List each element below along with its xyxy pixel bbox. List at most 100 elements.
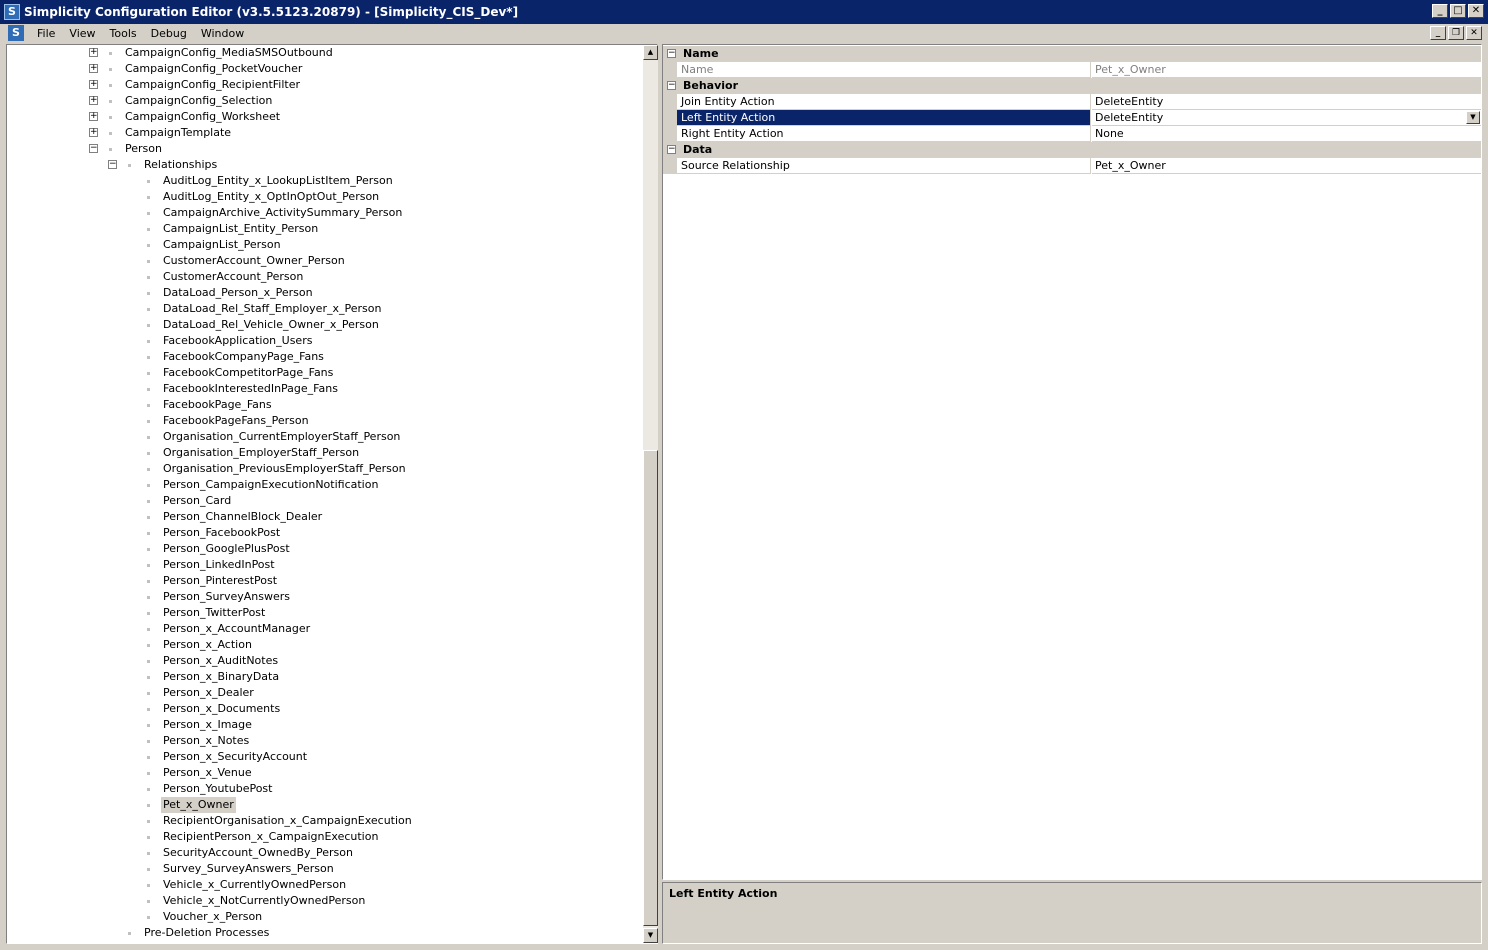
- tree-node[interactable]: CustomerAccount_Person: [7, 269, 643, 285]
- expand-icon[interactable]: +: [89, 96, 98, 105]
- property-name[interactable]: Name: [677, 62, 1091, 78]
- menu-view[interactable]: View: [62, 26, 102, 41]
- tree-node[interactable]: AuditLog_Entity_x_LookupListItem_Person: [7, 173, 643, 189]
- tree-node[interactable]: DataLoad_Rel_Vehicle_Owner_x_Person: [7, 317, 643, 333]
- tree-node[interactable]: Organisation_PreviousEmployerStaff_Perso…: [7, 461, 643, 477]
- tree-node[interactable]: Person_x_AccountManager: [7, 621, 643, 637]
- tree-node[interactable]: DataLoad_Rel_Staff_Employer_x_Person: [7, 301, 643, 317]
- property-value[interactable]: Pet_x_Owner: [1092, 158, 1481, 174]
- tree-node[interactable]: + CampaignTemplate: [7, 125, 643, 141]
- dropdown-arrow-icon[interactable]: ▼: [1466, 111, 1480, 124]
- tree-node[interactable]: CustomerAccount_Owner_Person: [7, 253, 643, 269]
- property-category[interactable]: − Name: [663, 46, 1481, 62]
- doc-close-button[interactable]: ✕: [1466, 26, 1482, 40]
- property-name[interactable]: Join Entity Action: [677, 94, 1091, 110]
- tree-node[interactable]: Person_x_Notes: [7, 733, 643, 749]
- tree-node[interactable]: Person_Card: [7, 493, 643, 509]
- tree-node[interactable]: Person_LinkedInPost: [7, 557, 643, 573]
- menu-debug[interactable]: Debug: [144, 26, 194, 41]
- tree-node[interactable]: FacebookCompetitorPage_Fans: [7, 365, 643, 381]
- tree-node[interactable]: Person_PinterestPost: [7, 573, 643, 589]
- tree-node[interactable]: Person_YoutubePost: [7, 781, 643, 797]
- menu-window[interactable]: Window: [194, 26, 251, 41]
- tree-node[interactable]: + CampaignConfig_RecipientFilter: [7, 77, 643, 93]
- property-value[interactable]: DeleteEntity: [1092, 94, 1481, 110]
- tree-node[interactable]: + CampaignConfig_Worksheet: [7, 109, 643, 125]
- tree-node[interactable]: Organisation_CurrentEmployerStaff_Person: [7, 429, 643, 445]
- tree-node[interactable]: Person_SurveyAnswers: [7, 589, 643, 605]
- collapse-icon[interactable]: −: [667, 145, 676, 154]
- minimize-button[interactable]: _: [1432, 4, 1448, 18]
- property-row[interactable]: Source Relationship Pet_x_Owner: [663, 158, 1481, 174]
- tree-node[interactable]: Person_x_Action: [7, 637, 643, 653]
- document-icon[interactable]: S: [8, 25, 24, 41]
- tree-node[interactable]: Person_x_Image: [7, 717, 643, 733]
- scroll-down-arrow-icon[interactable]: ▼: [643, 928, 658, 943]
- collapse-icon[interactable]: −: [667, 81, 676, 90]
- property-value[interactable]: None: [1092, 126, 1481, 142]
- property-name[interactable]: Source Relationship: [677, 158, 1091, 174]
- tree-node[interactable]: Pre-Deletion Processes: [7, 925, 643, 941]
- entity-tree[interactable]: + CampaignConfig_MediaSMSOutbound + Campaig…: [6, 44, 658, 944]
- doc-minimize-button[interactable]: _: [1430, 26, 1446, 40]
- menu-tools[interactable]: Tools: [103, 26, 144, 41]
- tree-node[interactable]: DataLoad_Person_x_Person: [7, 285, 643, 301]
- tree-node[interactable]: Person_CampaignExecutionNotification: [7, 477, 643, 493]
- scroll-thumb[interactable]: [643, 450, 658, 926]
- tree-node[interactable]: SecurityAccount_OwnedBy_Person: [7, 845, 643, 861]
- property-value[interactable]: DeleteEntity ▼: [1092, 110, 1481, 126]
- expand-icon[interactable]: +: [89, 128, 98, 137]
- tree-node[interactable]: Voucher_x_Person: [7, 909, 643, 925]
- collapse-icon[interactable]: −: [108, 160, 117, 169]
- property-name[interactable]: Left Entity Action: [677, 110, 1091, 126]
- maximize-button[interactable]: □: [1450, 4, 1466, 18]
- expand-icon[interactable]: +: [89, 80, 98, 89]
- tree-node[interactable]: Vehicle_x_CurrentlyOwnedPerson: [7, 877, 643, 893]
- expand-icon[interactable]: +: [89, 64, 98, 73]
- tree-node[interactable]: FacebookCompanyPage_Fans: [7, 349, 643, 365]
- close-button[interactable]: ✕: [1468, 4, 1484, 18]
- tree-node[interactable]: Survey_SurveyAnswers_Person: [7, 861, 643, 877]
- tree-node[interactable]: + CampaignConfig_PocketVoucher: [7, 61, 643, 77]
- tree-node[interactable]: Person_x_Documents: [7, 701, 643, 717]
- menu-file[interactable]: File: [30, 26, 62, 41]
- tree-scrollbar[interactable]: ▲ ▼: [643, 45, 658, 943]
- tree-node[interactable]: Person_GooglePlusPost: [7, 541, 643, 557]
- property-category[interactable]: − Data: [663, 142, 1481, 158]
- tree-node[interactable]: Person_x_Venue: [7, 765, 643, 781]
- tree-node[interactable]: Person_TwitterPost: [7, 605, 643, 621]
- tree-node[interactable]: Organisation_EmployerStaff_Person: [7, 445, 643, 461]
- scroll-up-arrow-icon[interactable]: ▲: [643, 45, 658, 60]
- property-row[interactable]: Name Pet_x_Owner: [663, 62, 1481, 78]
- tree-node[interactable]: AuditLog_Entity_x_OptInOptOut_Person: [7, 189, 643, 205]
- tree-node[interactable]: + CampaignConfig_MediaSMSOutbound: [7, 45, 643, 61]
- collapse-icon[interactable]: −: [667, 49, 676, 58]
- tree-node[interactable]: FacebookPageFans_Person: [7, 413, 643, 429]
- tree-node[interactable]: RecipientOrganisation_x_CampaignExecutio…: [7, 813, 643, 829]
- tree-node[interactable]: FacebookPage_Fans: [7, 397, 643, 413]
- expand-icon[interactable]: +: [89, 48, 98, 57]
- tree-node[interactable]: Person_x_SecurityAccount: [7, 749, 643, 765]
- tree-node[interactable]: CampaignList_Entity_Person: [7, 221, 643, 237]
- tree-node[interactable]: FacebookApplication_Users: [7, 333, 643, 349]
- tree-node[interactable]: Pet_x_Owner: [7, 797, 643, 813]
- property-row[interactable]: Join Entity Action DeleteEntity: [663, 94, 1481, 110]
- property-category[interactable]: − Behavior: [663, 78, 1481, 94]
- tree-node[interactable]: FacebookInterestedInPage_Fans: [7, 381, 643, 397]
- tree-node[interactable]: Person_x_Dealer: [7, 685, 643, 701]
- tree-node[interactable]: Person_FacebookPost: [7, 525, 643, 541]
- tree-node[interactable]: CampaignArchive_ActivitySummary_Person: [7, 205, 643, 221]
- tree-node[interactable]: − Relationships: [7, 157, 643, 173]
- tree-node[interactable]: Vehicle_x_NotCurrentlyOwnedPerson: [7, 893, 643, 909]
- tree-node[interactable]: − Person: [7, 141, 643, 157]
- expand-icon[interactable]: +: [89, 112, 98, 121]
- collapse-icon[interactable]: −: [89, 144, 98, 153]
- tree-node[interactable]: Person_x_AuditNotes: [7, 653, 643, 669]
- property-row[interactable]: Left Entity Action DeleteEntity ▼: [663, 110, 1481, 126]
- tree-node[interactable]: CampaignList_Person: [7, 237, 643, 253]
- property-grid[interactable]: − Name Name Pet_x_Owner − Behavior Join Entity…: [662, 44, 1482, 880]
- tree-node[interactable]: Person_x_BinaryData: [7, 669, 643, 685]
- doc-restore-button[interactable]: ❐: [1448, 26, 1464, 40]
- tree-node[interactable]: RecipientPerson_x_CampaignExecution: [7, 829, 643, 845]
- tree-node[interactable]: + CampaignConfig_Selection: [7, 93, 643, 109]
